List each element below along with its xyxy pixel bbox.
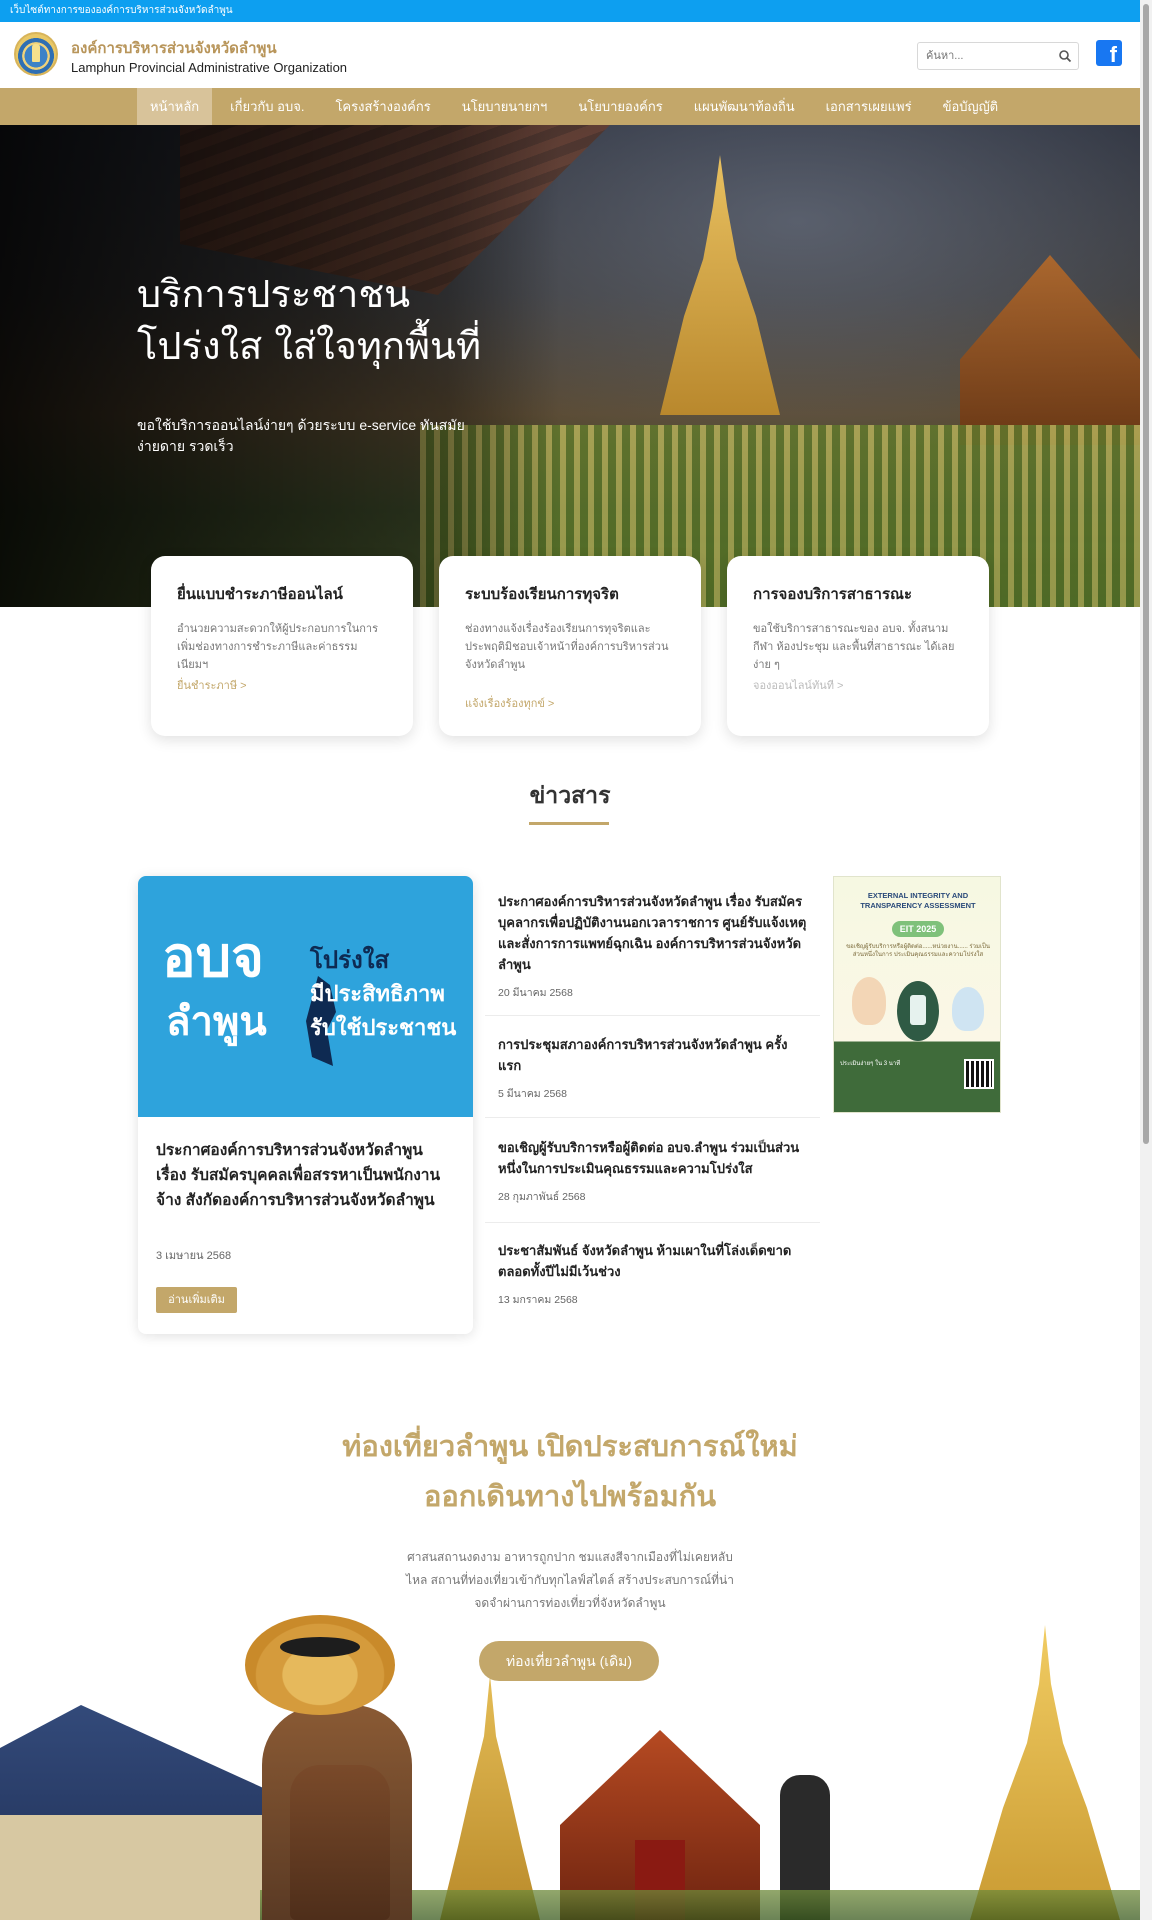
poster-person-illustration: [852, 977, 886, 1025]
top-strip: เว็บไซต์ทางการขององค์การบริหารส่วนจังหวั…: [0, 0, 1140, 22]
hero-golden-pagoda: [660, 155, 780, 415]
nav-item-regulations[interactable]: ข้อบัญญัติ: [930, 88, 1012, 125]
banner-slogan-1: โปร่งใส: [310, 947, 390, 974]
news-list-item[interactable]: ประกาศองค์การบริหารส่วนจังหวัดลำพูน เรื่…: [485, 891, 820, 1016]
nav-item-about[interactable]: เกี่ยวกับ อบจ.: [217, 88, 317, 125]
featured-news-title[interactable]: ประกาศองค์การบริหารส่วนจังหวัดลำพูน เรื่…: [156, 1138, 456, 1213]
poster-footer: ประเมินง่ายๆ ใน 3 นาที: [840, 1061, 901, 1067]
poster-badge: EIT 2025: [892, 921, 944, 937]
service-card-desc: ขอใช้บริการสาธารณะของ อบจ. ทั้งสนามกีฬา …: [753, 623, 955, 671]
service-card-title: ยื่นแบบชำระภาษีออนไลน์: [177, 586, 343, 603]
news-list-item[interactable]: การประชุมสภาองค์การบริหารส่วนจังหวัดลำพู…: [485, 1034, 820, 1118]
tourism-heading-line1: ท่องเที่ยวลำพูน เปิดประสบการณ์ใหม่: [342, 1431, 798, 1463]
banner-slogan-3: รับใช้ประชาชน: [310, 1015, 457, 1040]
search-input[interactable]: [918, 43, 1048, 69]
org-name-th[interactable]: องค์การบริหารส่วนจังหวัดลำพูน: [71, 36, 277, 60]
news-item-date: 20 มีนาคม 2568: [498, 987, 573, 999]
poster-note: ขอเชิญผู้รับบริการหรือผู้ติดต่อ......หน่…: [846, 944, 990, 958]
service-card-link[interactable]: แจ้งเรื่องร้องทุกข์ >: [465, 694, 554, 712]
service-card-tax[interactable]: ยื่นแบบชำระภาษีออนไลน์ อำนวยความสะดวกให้…: [151, 556, 413, 736]
news-list-item[interactable]: ขอเชิญผู้รับบริการหรือผู้ติดต่อ อบจ.ลำพู…: [485, 1137, 820, 1223]
tourism-description: ศาสนสถานงดงาม อาหารถูกปาก ชมแสงสีจากเมือ…: [406, 1550, 734, 1610]
hero-title-line2: โปร่งใส ใส่ใจทุกพื้นที่: [137, 324, 482, 368]
hero-subtitle: ขอใช้บริการออนไลน์ง่ายๆ ด้วยระบบ e-servi…: [137, 417, 465, 454]
facebook-icon[interactable]: f: [1096, 40, 1122, 66]
backpack-icon: [290, 1765, 390, 1920]
org-name-en[interactable]: Lamphun Provincial Administrative Organi…: [71, 60, 347, 75]
hat-band: [280, 1637, 360, 1657]
news-list-item[interactable]: ประชาสัมพันธ์ จังหวัดลำพูน ห้ามเผาในที่โ…: [485, 1240, 820, 1314]
page-scrollbar[interactable]: [1140, 0, 1152, 1920]
nav-item-home[interactable]: หน้าหลัก: [137, 88, 213, 125]
top-strip-text: เว็บไซต์ทางการขององค์การบริหารส่วนจังหวั…: [10, 5, 233, 16]
hero-title: บริการประชาชน โปร่งใส ใส่ใจทุกพื้นที่: [137, 268, 657, 372]
service-card-title: การจองบริการสาธารณะ: [753, 586, 913, 603]
golden-stupa-center: [440, 1675, 540, 1920]
service-card-desc: ช่องทางแจ้งเรื่องร้องเรียนการทุจริตและปร…: [465, 623, 669, 671]
nav-item-structure[interactable]: โครงสร้างองค์กร: [322, 88, 443, 125]
straw-hat-icon: [245, 1615, 395, 1715]
service-card-desc: อำนวยความสะดวกให้ผู้ประกอบการในการเพิ่มช…: [177, 623, 378, 671]
search-icon[interactable]: [1058, 49, 1072, 63]
poster-title: EXTERNAL INTEGRITY AND TRANSPARENCY ASSE…: [860, 891, 976, 910]
service-card-link[interactable]: ยื่นชำระภาษี >: [177, 676, 247, 694]
banner-slogan-2: มีประสิทธิภาพ: [310, 981, 445, 1006]
tourism-heading-line2: ออกเดินทางไปพร้อมกัน: [423, 1481, 717, 1513]
service-card-link[interactable]: จองออนไลน์ทันที >: [753, 676, 843, 694]
nav-item-org-policy[interactable]: นโยบายองค์กร: [565, 88, 675, 125]
golden-stupa-right: [970, 1625, 1120, 1920]
featured-news-date: 3 เมษายน 2568: [156, 1250, 232, 1262]
poster-person-illustration: [952, 987, 984, 1031]
nav-item-local-plan[interactable]: แผนพัฒนาท้องถิ่น: [681, 88, 808, 125]
service-card-complaint[interactable]: ระบบร้องเรียนการทุจริต ช่องทางแจ้งเรื่อง…: [439, 556, 701, 736]
ita-poster[interactable]: EXTERNAL INTEGRITY AND TRANSPARENCY ASSE…: [833, 876, 1001, 1113]
nav-item-mayor-policy[interactable]: นโยบายนายกฯ: [449, 88, 561, 125]
featured-news-image[interactable]: อบจ ลำพูน โปร่งใส มีประสิทธิภาพ รับใช้ปร…: [138, 876, 473, 1117]
tourism-button[interactable]: ท่องเที่ยวลำพูน (เดิม): [479, 1641, 659, 1681]
featured-news-card[interactable]: อบจ ลำพูน โปร่งใส มีประสิทธิภาพ รับใช้ปร…: [138, 876, 473, 1334]
hero-title-line1: บริการประชาชน: [137, 272, 411, 316]
news-item-date: 28 กุมภาพันธ์ 2568: [498, 1191, 586, 1203]
tourism-heading: ท่องเที่ยวลำพูน เปิดประสบการณ์ใหม่ ออกเด…: [0, 1422, 1140, 1522]
news-heading-underline: [529, 822, 609, 825]
hero-banner: บริการประชาชน โปร่งใส ใส่ใจทุกพื้นที่ ขอ…: [0, 125, 1140, 607]
main-nav: หน้าหลัก เกี่ยวกับ อบจ. โครงสร้างองค์กร …: [0, 88, 1140, 125]
banner-abbr: อบจ: [162, 925, 264, 990]
phone-icon: [897, 981, 939, 1041]
org-logo[interactable]: [14, 32, 58, 76]
news-item-title[interactable]: ขอเชิญผู้รับบริการหรือผู้ติดต่อ อบจ.ลำพู…: [498, 1137, 807, 1179]
service-card-booking[interactable]: การจองบริการสาธารณะ ขอใช้บริการสาธารณะขอ…: [727, 556, 989, 736]
service-card-title: ระบบร้องเรียนการทุจริต: [465, 586, 619, 603]
scrollbar-thumb[interactable]: [1143, 4, 1149, 1144]
search-box: [917, 42, 1079, 70]
banner-province: ลำพูน: [166, 999, 267, 1045]
news-item-date: 13 มกราคม 2568: [498, 1294, 578, 1306]
qr-code-icon: [964, 1059, 994, 1089]
temple-wall-left: [0, 1815, 300, 1920]
site-header: องค์การบริหารส่วนจังหวัดลำพูน Lamphun Pr…: [0, 22, 1140, 88]
news-item-date: 5 มีนาคม 2568: [498, 1088, 567, 1100]
read-more-button[interactable]: อ่านเพิ่มเติม: [156, 1287, 237, 1313]
news-item-title[interactable]: การประชุมสภาองค์การบริหารส่วนจังหวัดลำพู…: [498, 1034, 807, 1076]
news-heading: ข่าวสาร: [529, 782, 611, 808]
hero-temple: [960, 255, 1140, 445]
news-item-title[interactable]: ประกาศองค์การบริหารส่วนจังหวัดลำพูน เรื่…: [498, 891, 807, 975]
news-item-title[interactable]: ประชาสัมพันธ์ จังหวัดลำพูน ห้ามเผาในที่โ…: [498, 1240, 807, 1282]
nav-item-documents[interactable]: เอกสารเผยแพร่: [813, 88, 925, 125]
